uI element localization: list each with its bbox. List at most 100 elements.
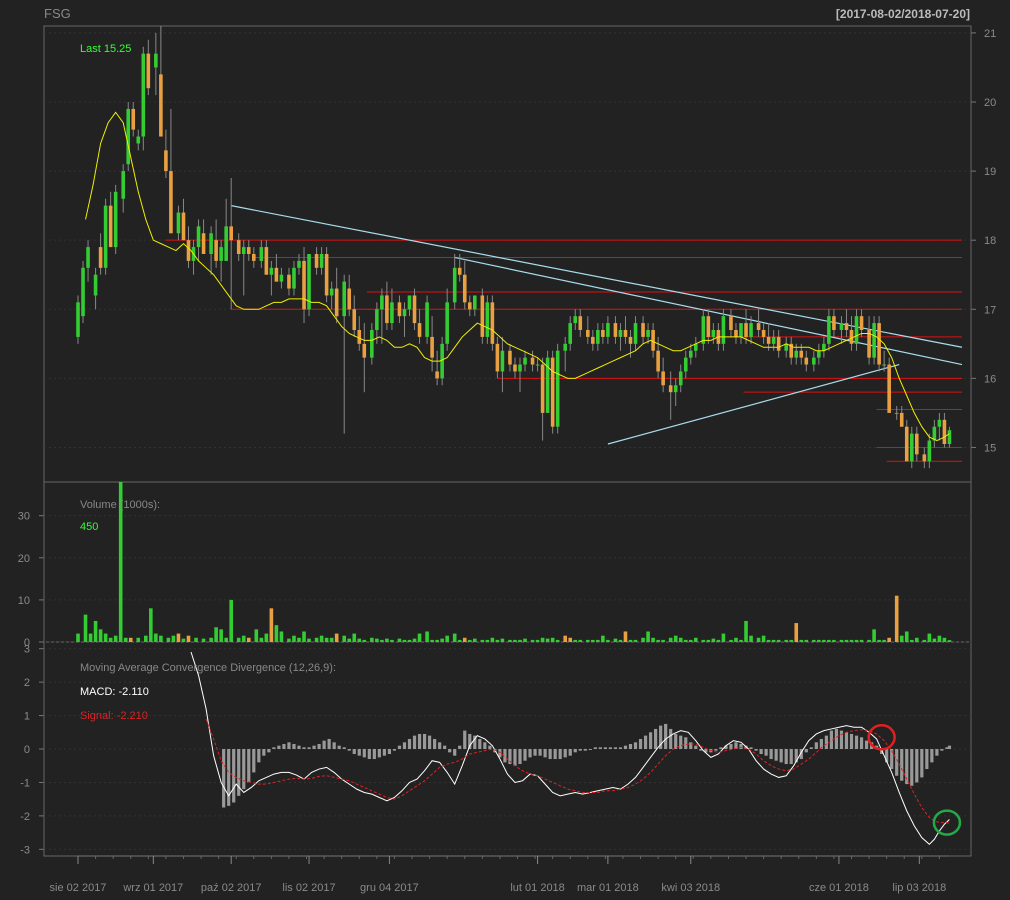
x-tick-label: lip 03 2018 — [892, 882, 946, 894]
volume-bar — [568, 637, 573, 642]
macd-histogram-bar — [443, 745, 447, 749]
volume-bar — [166, 637, 171, 642]
volume-bar — [678, 637, 683, 642]
volume-bar — [812, 639, 816, 642]
candle-body — [98, 247, 103, 268]
volume-bar — [633, 639, 638, 642]
candle-body — [485, 302, 490, 337]
volume-bar — [789, 639, 794, 642]
volume-bar — [540, 637, 545, 642]
volume-bar — [287, 638, 291, 642]
volume-bar — [154, 633, 158, 642]
macd-histogram-bar — [648, 732, 653, 749]
volume-bar — [128, 637, 133, 642]
volume-bar — [701, 639, 706, 642]
macd-ytick-label: 2 — [24, 677, 30, 689]
macd-histogram-bar — [849, 733, 854, 749]
volume-bar — [947, 640, 952, 642]
volume-bar — [849, 639, 854, 642]
candle-body — [812, 357, 816, 365]
volume-bar — [683, 639, 688, 642]
volume-bar — [412, 638, 417, 642]
macd-histogram-bar — [628, 743, 633, 749]
volume-bar — [397, 638, 402, 642]
volume-bar — [83, 614, 88, 642]
macd-histogram-bar — [784, 749, 788, 765]
volume-bar — [76, 633, 80, 642]
volume-bar — [292, 635, 296, 642]
macd-value-label: MACD: -2.110 — [80, 686, 149, 698]
candle-body — [219, 247, 223, 261]
volume-bar — [241, 635, 246, 642]
macd-histogram-bar — [533, 749, 537, 756]
macd-histogram-bar — [759, 749, 763, 755]
candle-body — [839, 323, 844, 330]
price-ytick-label: 17 — [984, 304, 996, 316]
volume-bar — [578, 639, 583, 642]
candle-body — [578, 316, 583, 330]
volume-bar — [530, 639, 535, 642]
volume-bar — [914, 637, 919, 642]
volume-bar — [922, 639, 927, 642]
volume-bar — [480, 639, 485, 642]
macd-histogram-bar — [694, 745, 698, 749]
volume-bar — [744, 620, 748, 642]
volume-bar — [495, 639, 500, 642]
candle-body — [136, 136, 141, 144]
volume-bar — [113, 635, 118, 642]
macd-histogram-bar — [397, 745, 402, 749]
macd-histogram-bar — [272, 747, 276, 749]
candle-body — [196, 226, 201, 248]
volume-bar — [844, 639, 849, 642]
candle-body — [844, 323, 849, 330]
macd-histogram-bar — [839, 730, 844, 749]
candle-body — [914, 433, 919, 455]
volume-bar — [103, 633, 108, 642]
macd-histogram-bar — [583, 749, 587, 751]
candle-body — [457, 267, 462, 275]
volume-bar — [535, 639, 540, 642]
macd-histogram-bar — [252, 749, 256, 773]
macd-histogram-bar — [633, 742, 638, 749]
macd-histogram-bar — [754, 749, 758, 751]
candle-body — [721, 316, 726, 344]
candle-body — [706, 316, 711, 337]
volume-bar — [794, 623, 799, 642]
volume-title: Volume (1000s): — [80, 499, 160, 511]
candle-body — [126, 108, 131, 165]
candle-body — [744, 323, 748, 337]
candle-body — [508, 350, 512, 365]
macd-histogram-bar — [674, 733, 678, 749]
volume-bar — [246, 637, 251, 642]
candle-body — [425, 302, 429, 337]
candle-body — [347, 288, 352, 310]
macd-histogram-bar — [247, 749, 251, 783]
candle-body — [467, 302, 472, 310]
macd-ytick-label: 1 — [24, 711, 30, 723]
volume-bar — [214, 627, 218, 642]
macd-histogram-bar — [372, 749, 376, 760]
volume-bar — [513, 639, 517, 642]
volume-bar — [472, 638, 477, 642]
macd-histogram-bar — [854, 735, 859, 749]
candle-body — [899, 412, 904, 427]
volume-bar — [545, 638, 550, 642]
candle-body — [324, 254, 329, 296]
candle-body — [623, 330, 628, 337]
macd-histogram-bar — [262, 749, 266, 756]
x-tick-label: lut 01 2018 — [510, 882, 564, 894]
candle-body — [555, 350, 560, 427]
macd-histogram-bar — [307, 747, 311, 749]
candle-body — [804, 357, 809, 365]
macd-histogram-bar — [287, 742, 291, 749]
price-ytick-label: 20 — [984, 97, 996, 109]
candle-body — [279, 274, 284, 282]
candle-body — [661, 371, 665, 386]
candle-body — [668, 385, 673, 393]
candle-body — [540, 364, 545, 413]
macd-histogram-bar — [402, 742, 407, 749]
volume-bar — [555, 639, 560, 642]
macd-histogram-bar — [538, 749, 542, 756]
volume-bar — [784, 639, 789, 642]
candle-body — [269, 267, 274, 275]
